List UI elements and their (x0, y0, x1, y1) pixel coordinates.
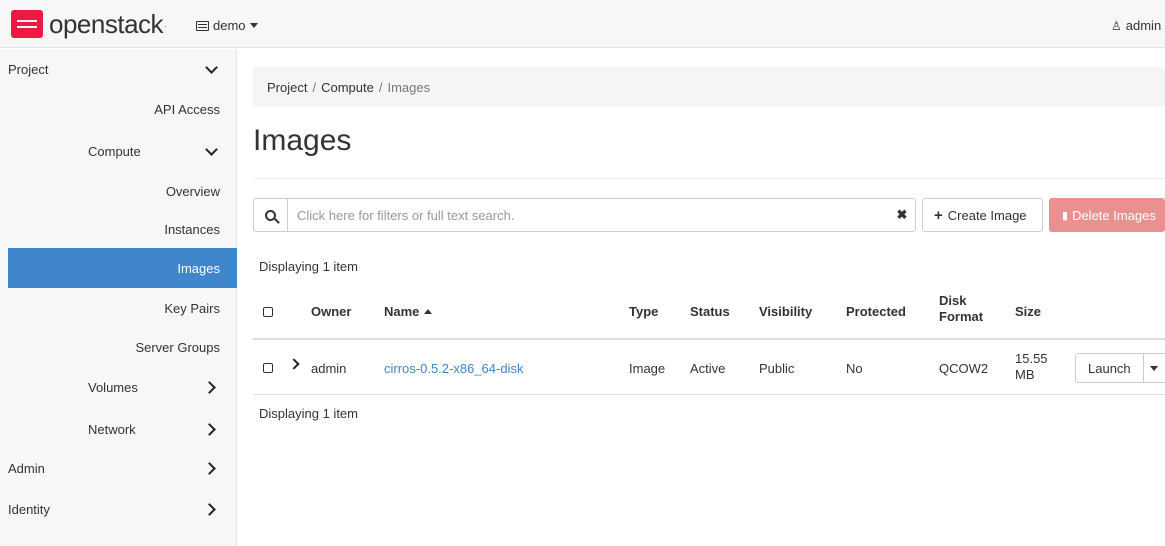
page-title: Images (253, 124, 352, 157)
cell-visibility: Public (759, 361, 795, 376)
header-visibility: Visibility (759, 304, 813, 319)
sidebar-item-label: Identity (8, 501, 50, 517)
sidebar-item-volumes[interactable]: Volumes (0, 367, 237, 407)
header-protected: Protected (846, 304, 906, 319)
filter-search-group: ✖ (253, 198, 916, 232)
caret-down-icon (249, 23, 258, 28)
table-header: Owner Name Type Status Visibility Protec… (253, 286, 1165, 340)
row-actions-dropdown[interactable] (1143, 353, 1165, 383)
sidebar-item-project[interactable]: Project (0, 49, 237, 89)
plus-icon: + (934, 206, 943, 224)
header-disk-format-line2: Format (939, 309, 984, 324)
cell-owner: admin (311, 361, 347, 376)
breadcrumb-separator: / (312, 79, 317, 95)
cell-size-value: 15.55 (1015, 351, 1048, 366)
caret-down-icon (1150, 365, 1159, 371)
expand-row-icon[interactable] (288, 358, 300, 370)
sidebar-item-label: Instances (164, 221, 220, 237)
header-status: Status (690, 304, 730, 319)
chevron-right-icon (205, 462, 217, 474)
header-owner: Owner (311, 304, 352, 319)
sort-ascending-icon (424, 309, 433, 314)
header-name-label: Name (384, 304, 420, 319)
item-count-top: Displaying 1 item (259, 259, 358, 274)
sidebar-item-label: Overview (165, 183, 220, 199)
cell-type: Image (629, 361, 666, 376)
breadcrumb-item-project[interactable]: Project (267, 80, 307, 95)
select-all-checkbox[interactable] (263, 307, 273, 317)
sidebar-item-key-pairs[interactable]: Key Pairs (0, 288, 237, 328)
breadcrumb-separator: / (378, 79, 383, 95)
breadcrumb-item-compute[interactable]: Compute (321, 80, 374, 95)
sidebar-item-api-access[interactable]: API Access (0, 89, 237, 129)
sidebar-item-network[interactable]: Network (0, 409, 237, 449)
sidebar-item-label: Key Pairs (164, 300, 220, 316)
search-input[interactable] (288, 199, 889, 231)
sidebar-item-server-groups[interactable]: Server Groups (0, 327, 237, 367)
sidebar-item-instances[interactable]: Instances (0, 209, 237, 249)
sidebar: Project API Access Compute Overview Inst… (0, 49, 237, 546)
sidebar-item-label: Admin (8, 460, 45, 476)
header-size: Size (1015, 304, 1042, 319)
openstack-logo[interactable]: openstack . (11, 9, 167, 39)
chevron-down-icon (205, 145, 217, 157)
top-navbar: openstack . demo ♙ admin (0, 0, 1165, 48)
cell-size: 15.55 MB (1015, 351, 1048, 383)
sidebar-item-label: Network (88, 421, 136, 437)
image-name-link[interactable]: cirros-0.5.2-x86_64-disk (384, 361, 523, 376)
table-row: admin cirros-0.5.2-x86_64-disk Image Act… (253, 340, 1165, 395)
row-checkbox[interactable] (263, 363, 273, 373)
search-addon (254, 199, 288, 231)
user-name: admin (1125, 18, 1162, 33)
cell-size-unit: MB (1015, 367, 1035, 382)
trash-icon: ▮ (1062, 209, 1069, 222)
search-icon (265, 209, 276, 221)
breadcrumb-item-images: Images (387, 79, 431, 95)
user-icon: ♙ (1111, 18, 1122, 33)
project-list-icon (196, 20, 209, 31)
cell-status: Active (690, 361, 726, 376)
clear-search-icon[interactable]: ✖ (889, 207, 915, 223)
sidebar-item-label: Images (177, 260, 220, 276)
sidebar-item-label: Server Groups (135, 339, 220, 355)
openstack-logo-icon (11, 10, 43, 38)
create-image-button[interactable]: + Create Image (922, 198, 1043, 232)
brand-name: openstack (49, 8, 164, 39)
chevron-right-icon (205, 381, 217, 393)
delete-images-label: Delete Images (1072, 207, 1156, 223)
header-disk-format: Disk Format (939, 293, 983, 325)
item-count-bottom: Displaying 1 item (259, 406, 358, 421)
sidebar-item-admin[interactable]: Admin (0, 448, 237, 488)
delete-images-button[interactable]: ▮ Delete Images (1049, 198, 1165, 232)
title-divider (253, 178, 1165, 179)
cell-disk-format: QCOW2 (939, 361, 989, 376)
sidebar-item-compute[interactable]: Compute (0, 131, 237, 171)
sidebar-item-identity[interactable]: Identity (0, 489, 237, 529)
sidebar-item-label: API Access (154, 101, 220, 117)
chevron-down-icon (205, 63, 217, 75)
sidebar-item-label: Compute (88, 143, 141, 159)
launch-button[interactable]: Launch (1075, 353, 1144, 383)
header-disk-format-line1: Disk (939, 293, 967, 308)
cell-protected: No (846, 361, 863, 376)
sidebar-item-label: Project (8, 61, 49, 77)
cell-name: cirros-0.5.2-x86_64-disk (384, 361, 523, 377)
chevron-right-icon (205, 423, 217, 435)
trademark-dot: . (164, 19, 167, 29)
header-name[interactable]: Name (384, 304, 433, 320)
header-type: Type (629, 304, 659, 319)
sidebar-item-overview[interactable]: Overview (0, 171, 237, 211)
sidebar-item-images[interactable]: Images (8, 248, 237, 288)
breadcrumb: Project / Compute / Images (253, 67, 1165, 107)
create-image-label: Create Image (947, 207, 1027, 223)
row-actions: Launch (1075, 353, 1165, 383)
chevron-right-icon (205, 503, 217, 515)
sidebar-item-label: Volumes (88, 379, 138, 395)
user-menu[interactable]: ♙ admin (1111, 18, 1161, 33)
project-name: demo (213, 18, 246, 33)
project-switcher[interactable]: demo (196, 18, 258, 33)
